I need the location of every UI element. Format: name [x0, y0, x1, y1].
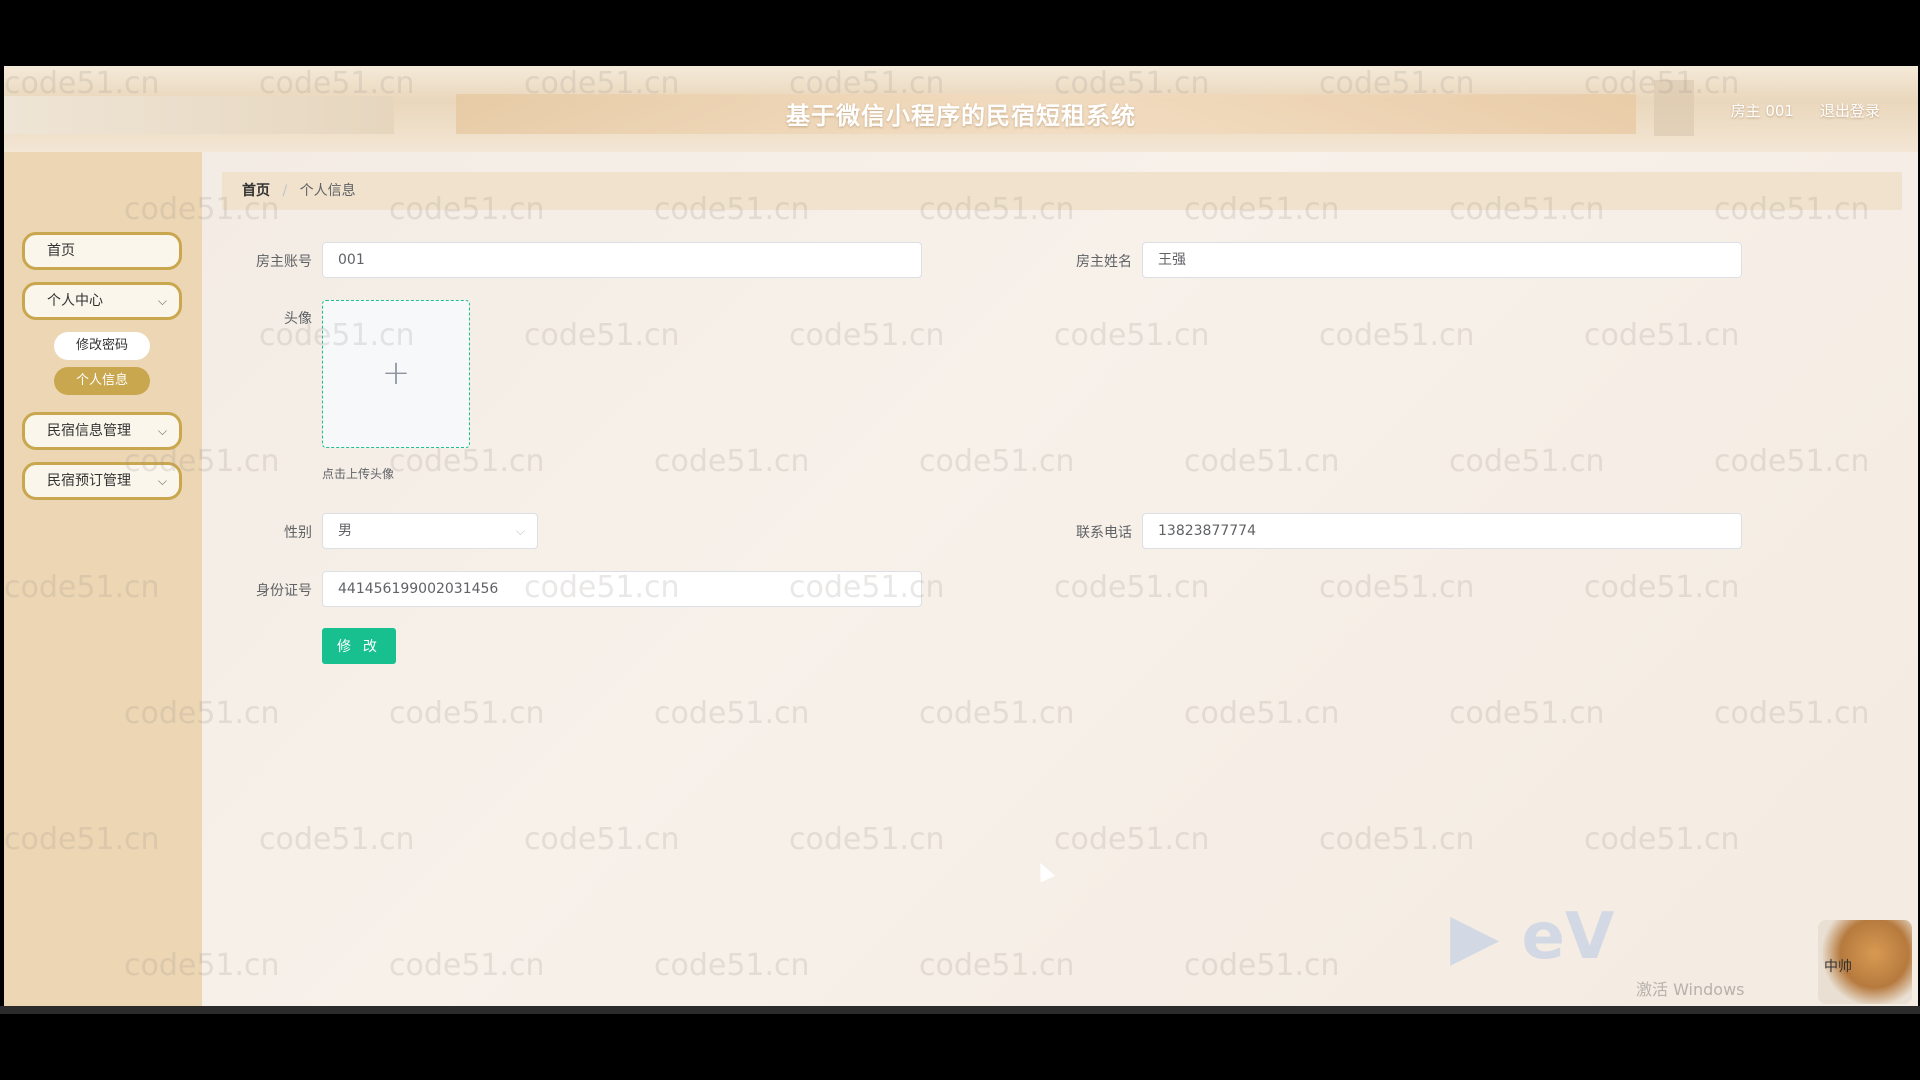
- avatar-label: 头像: [284, 311, 312, 327]
- chevron-down-icon: ⌵: [157, 294, 167, 308]
- sidebar-item-label: 个人中心: [47, 293, 103, 309]
- sidebar-item-home[interactable]: 首页: [22, 232, 182, 270]
- phone-field[interactable]: 13823877774: [1142, 513, 1742, 549]
- gender-select-value: 男: [338, 523, 352, 539]
- recorder-badge-text: 中帅: [1824, 959, 1852, 975]
- sidebar-item-homestay-booking-mgmt[interactable]: 民宿预订管理 ⌵: [22, 462, 182, 500]
- chevron-down-icon: ⌵: [157, 474, 167, 488]
- recorder-avatar: 中帅: [1818, 920, 1912, 1004]
- owner-name-label: 房主姓名: [1076, 254, 1132, 270]
- avatar-upload[interactable]: +: [322, 300, 470, 448]
- owner-account-label: 房主账号: [256, 254, 312, 270]
- plus-icon: +: [381, 353, 411, 393]
- breadcrumb-separator: /: [282, 183, 288, 199]
- breadcrumb: 首页 / 个人信息: [222, 172, 1902, 210]
- sidebar-subitem-change-password[interactable]: 修改密码: [54, 332, 150, 360]
- site-title: 基于微信小程序的民宿短租系统: [786, 102, 1136, 130]
- sidebar-item-personal-center[interactable]: 个人中心 ⌵: [22, 282, 182, 320]
- sidebar-item-label: 民宿预订管理: [47, 473, 131, 489]
- sidebar-subitem-personal-info[interactable]: 个人信息: [54, 367, 150, 395]
- sidebar-item-label: 民宿信息管理: [47, 423, 131, 439]
- header-user-area: 房主 001 退出登录: [1731, 100, 1880, 121]
- submit-button[interactable]: 修 改: [322, 628, 396, 664]
- id-number-field[interactable]: 441456199002031456: [322, 571, 922, 607]
- breadcrumb-current: 个人信息: [299, 183, 356, 199]
- breadcrumb-home[interactable]: 首页: [242, 183, 270, 199]
- video-logo-watermark: ▶ eV: [1450, 900, 1615, 974]
- current-user-label: 房主 001: [1730, 102, 1794, 120]
- top-header: 基于微信小程序的民宿短租系统 房主 001 退出登录: [4, 66, 1918, 152]
- gender-select[interactable]: 男 ⌵: [322, 513, 538, 549]
- chevron-down-icon: ⌵: [515, 524, 525, 538]
- phone-label: 联系电话: [1076, 525, 1132, 541]
- windows-activation-watermark: 激活 Windows: [1636, 980, 1745, 999]
- chevron-down-icon: ⌵: [157, 424, 167, 438]
- app-screen: 基于微信小程序的民宿短租系统 房主 001 退出登录 首页 个人中心 ⌵ 修改密…: [4, 66, 1918, 1006]
- sidebar-item-homestay-info-mgmt[interactable]: 民宿信息管理 ⌵: [22, 412, 182, 450]
- taskbar-strip: [0, 1006, 1920, 1014]
- id-number-label: 身份证号: [256, 583, 312, 599]
- sidebar-item-label: 首页: [47, 243, 75, 259]
- owner-account-field[interactable]: 001: [322, 242, 922, 278]
- avatar-upload-tip: 点击上传头像: [322, 467, 395, 481]
- gender-label: 性别: [284, 525, 312, 541]
- owner-name-field[interactable]: 王强: [1142, 242, 1742, 278]
- logout-link[interactable]: 退出登录: [1820, 100, 1880, 121]
- sidebar: 首页 个人中心 ⌵ 修改密码 个人信息 民宿信息管理 ⌵ 民宿预订管理 ⌵: [4, 152, 202, 1006]
- main-content: 首页 / 个人信息 房主账号 001 房主姓名 王强 头像 + 点击上传头像 性…: [202, 152, 1918, 1006]
